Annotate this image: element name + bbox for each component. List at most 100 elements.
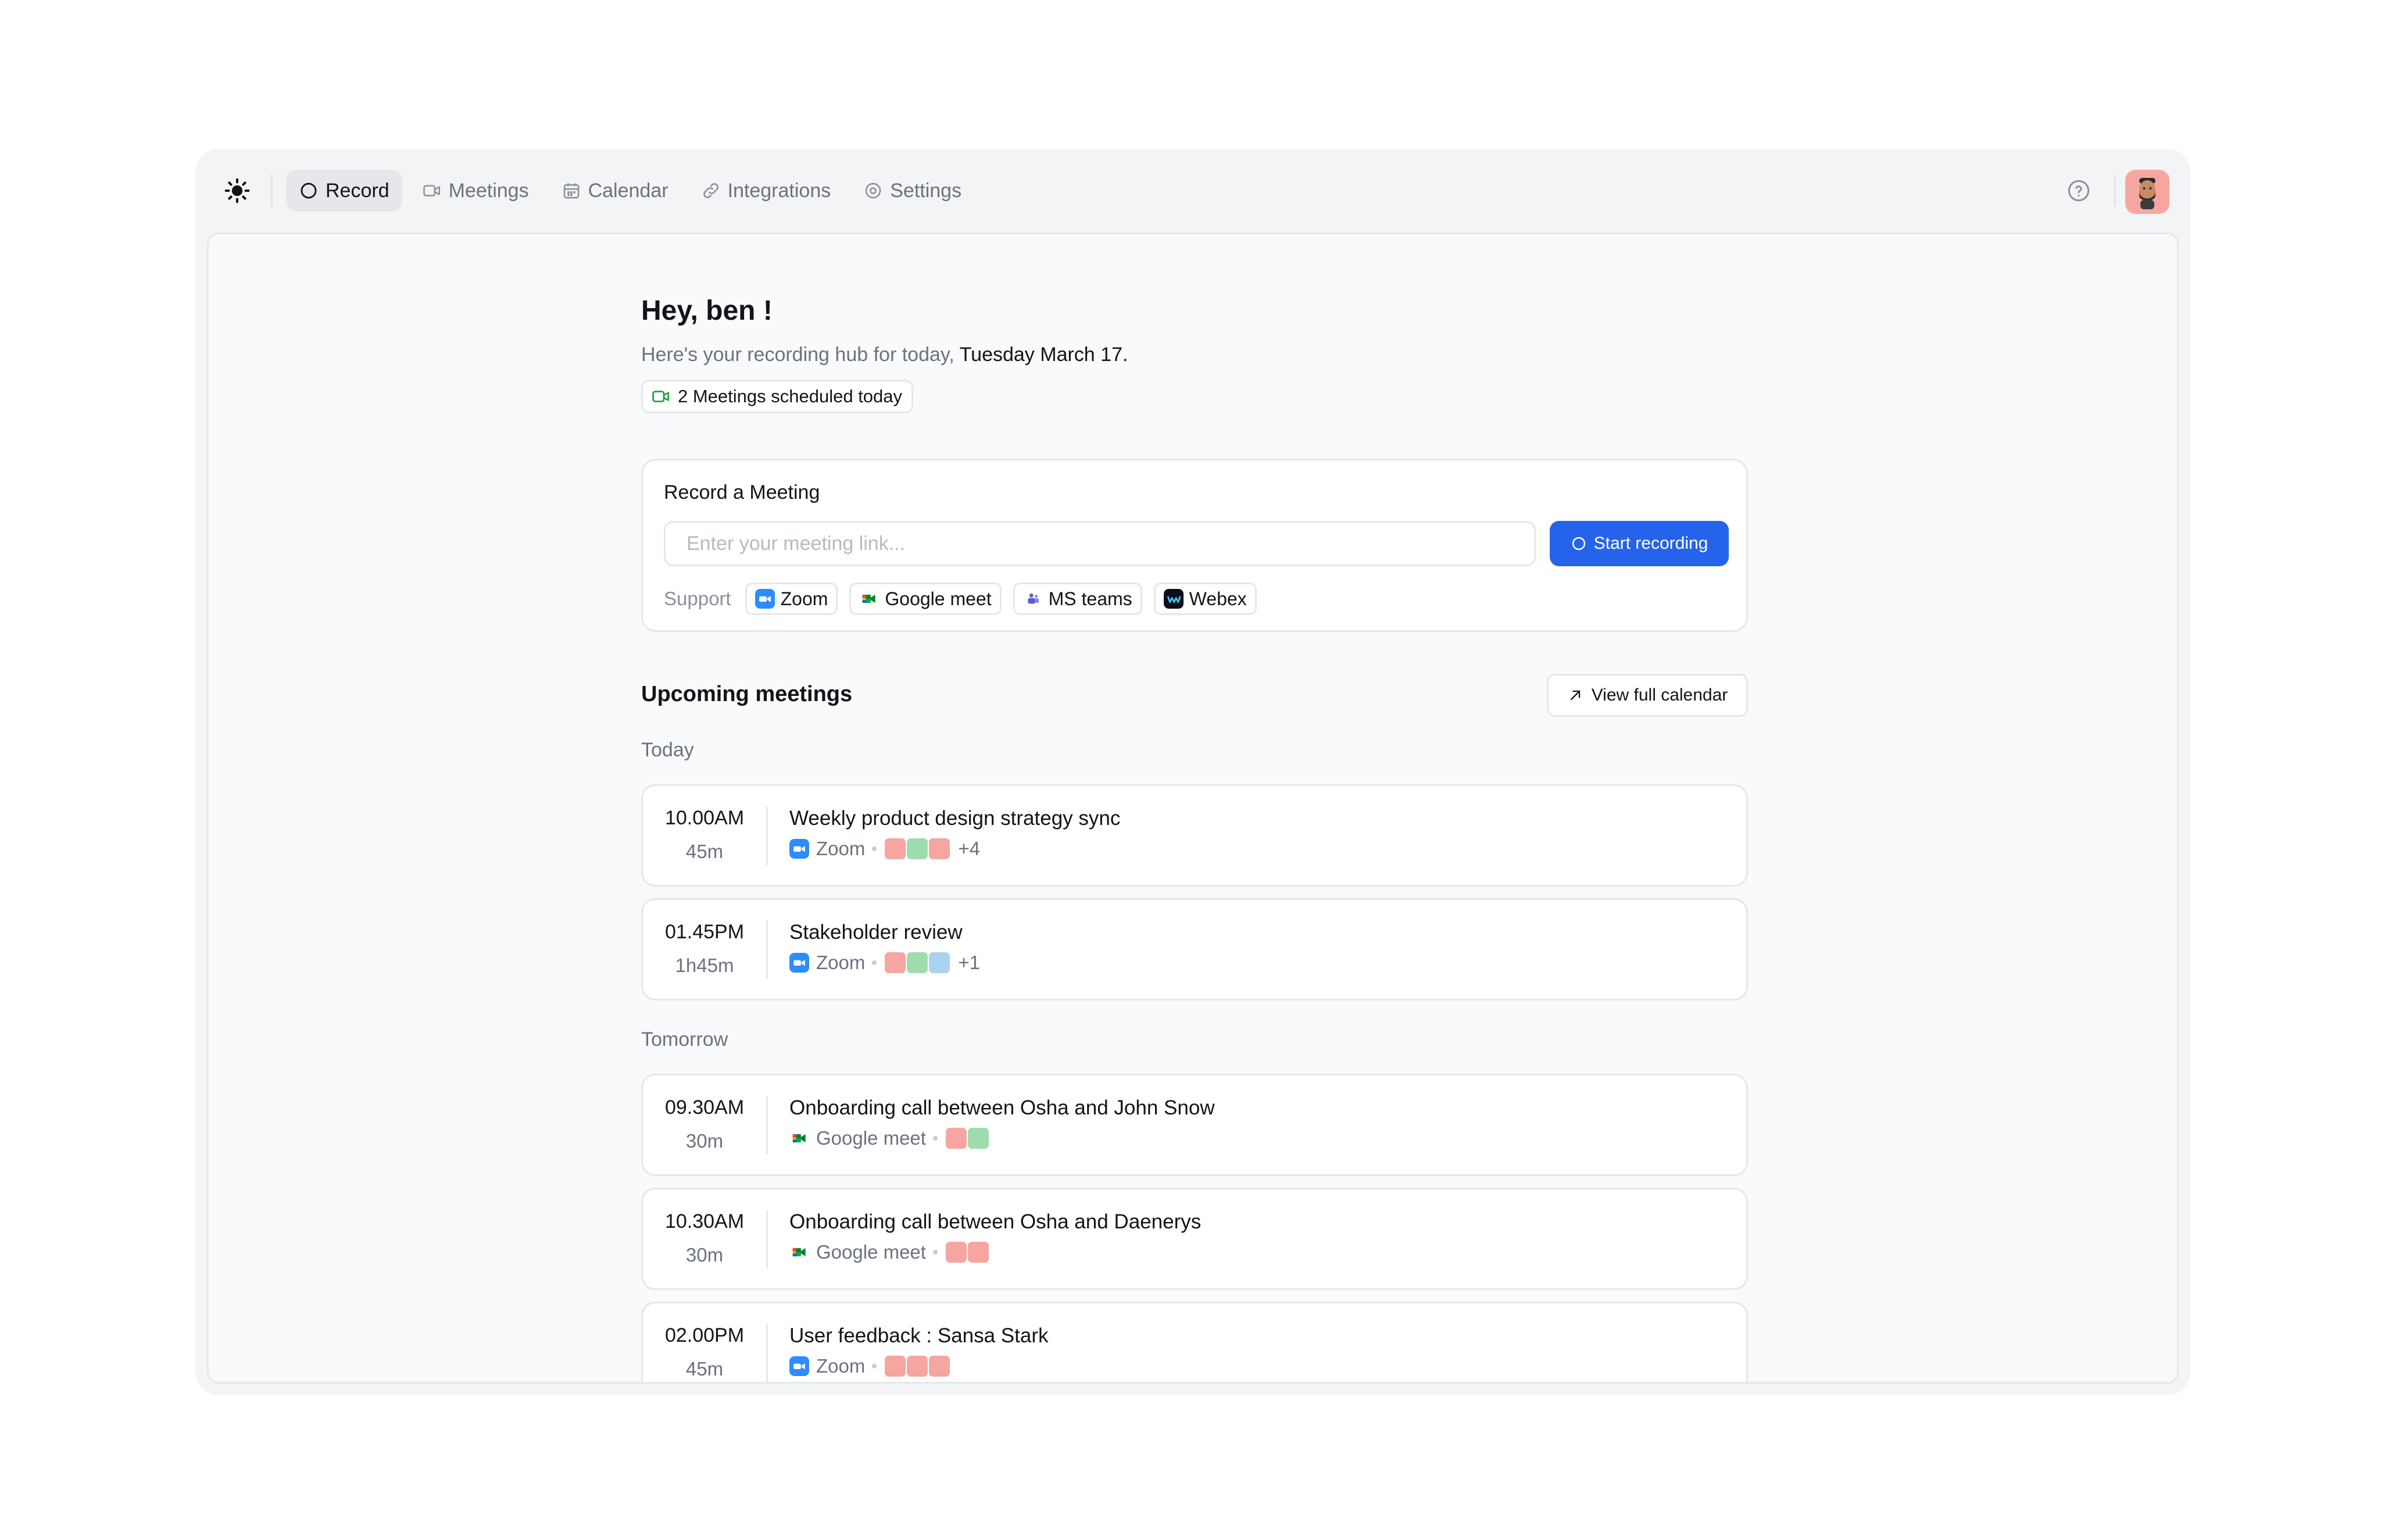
arrow-up-right-icon bbox=[1570, 690, 1580, 701]
meeting-meta: Google meet bbox=[789, 1241, 990, 1264]
meeting-platform: Google meet bbox=[816, 1127, 926, 1149]
meeting-duration: 30m bbox=[685, 1244, 724, 1266]
subtitle: Here's your recording hub for today, Tue… bbox=[641, 344, 1128, 366]
zoom-icon bbox=[755, 589, 775, 609]
meeting-time: 10.00AM bbox=[664, 807, 745, 829]
current-date: Tuesday March 17. bbox=[959, 344, 1128, 366]
ms-teams-icon bbox=[1028, 593, 1039, 604]
google-meet-icon bbox=[863, 594, 876, 603]
meeting-card[interactable]: 09.30AM 30m Onboarding call between Osha… bbox=[641, 1074, 1748, 1176]
top-navigation-bar: Record Meetings Calendar Integrations Se… bbox=[195, 149, 2190, 233]
platform-chip-ms-teams: MS teams bbox=[1013, 583, 1142, 615]
meeting-divider bbox=[766, 1324, 768, 1382]
meeting-platform: Google meet bbox=[816, 1241, 926, 1263]
meeting-time: 09.30AM bbox=[664, 1096, 745, 1119]
help-icon[interactable] bbox=[2067, 179, 2090, 202]
nav-item-label: Settings bbox=[890, 179, 962, 202]
nav-item-calendar[interactable]: Calendar bbox=[549, 170, 681, 212]
meeting-divider bbox=[766, 1096, 768, 1155]
meetings-count-badge: 2 Meetings scheduled today bbox=[641, 380, 914, 413]
platform-chip-webex: Webex bbox=[1153, 583, 1257, 615]
zoom-icon bbox=[789, 1356, 809, 1376]
platform-label: MS teams bbox=[1048, 588, 1132, 609]
more-participants: +1 bbox=[958, 952, 980, 973]
start-recording-button[interactable]: Start recording bbox=[1550, 521, 1729, 566]
sun-logo-icon[interactable] bbox=[224, 178, 250, 203]
calendar-icon bbox=[563, 183, 579, 199]
platform-chip-google-meet: Google meet bbox=[849, 583, 1002, 615]
zoom-icon bbox=[789, 953, 809, 973]
dot-separator bbox=[932, 1136, 938, 1141]
participant-avatar bbox=[967, 1242, 989, 1263]
participant-avatar bbox=[967, 1128, 989, 1149]
nav-item-label: Record bbox=[326, 179, 389, 202]
participant-avatar bbox=[885, 952, 906, 973]
meeting-title: Onboarding call between Osha and Daenery… bbox=[789, 1210, 1202, 1233]
gear-icon bbox=[865, 183, 881, 199]
dot-separator bbox=[932, 1250, 938, 1255]
meeting-card[interactable]: 02.00PM 45m User feedback : Sansa Stark … bbox=[641, 1302, 1748, 1382]
group-label-tomorrow: Tomorrow bbox=[641, 1028, 728, 1051]
meetings-count-label: 2 Meetings scheduled today bbox=[678, 386, 903, 406]
nav-item-label: Calendar bbox=[588, 179, 668, 202]
participant-avatar bbox=[907, 838, 928, 859]
nav-item-settings[interactable]: Settings bbox=[850, 170, 974, 212]
platform-chip-zoom: Zoom bbox=[745, 583, 838, 615]
participant-avatar bbox=[907, 952, 928, 973]
meeting-card[interactable]: 10.00AM 45m Weekly product design strate… bbox=[641, 784, 1748, 887]
meeting-time: 10.30AM bbox=[664, 1210, 745, 1232]
meeting-duration: 45m bbox=[685, 1358, 724, 1380]
more-participants: +4 bbox=[958, 838, 980, 859]
participant-avatars bbox=[884, 951, 951, 974]
main-panel: Hey, ben ! Here's your recording hub for… bbox=[207, 233, 2179, 1384]
meeting-card[interactable]: 01.45PM 1h45m Stakeholder review Zoom +1 bbox=[641, 898, 1748, 1001]
nav-item-record[interactable]: Record bbox=[286, 170, 402, 212]
platform-label: Webex bbox=[1189, 588, 1247, 609]
meeting-time: 01.45PM bbox=[664, 921, 745, 943]
google-meet-icon bbox=[792, 1134, 806, 1143]
nav-item-meetings[interactable]: Meetings bbox=[409, 170, 542, 212]
meeting-title: Stakeholder review bbox=[789, 921, 963, 944]
participant-avatar bbox=[929, 952, 950, 973]
meeting-platform: Zoom bbox=[816, 952, 866, 973]
participant-avatar bbox=[885, 838, 906, 859]
meeting-platform: Zoom bbox=[816, 1355, 866, 1377]
view-full-calendar-label: View full calendar bbox=[1591, 685, 1728, 705]
participant-avatar bbox=[907, 1356, 928, 1377]
meeting-link-input[interactable] bbox=[664, 521, 1536, 566]
video-icon bbox=[652, 391, 670, 402]
circle-icon bbox=[301, 183, 317, 199]
meeting-card[interactable]: 10.30AM 30m Onboarding call between Osha… bbox=[641, 1188, 1748, 1290]
platform-label: Google meet bbox=[885, 588, 992, 609]
supported-platforms: Support Zoom Google meet MS teams Webex bbox=[664, 583, 1257, 615]
platform-label: Zoom bbox=[780, 588, 828, 609]
meeting-title: User feedback : Sansa Stark bbox=[789, 1324, 1049, 1347]
meeting-meta: Google meet bbox=[789, 1127, 990, 1150]
view-full-calendar-button[interactable]: View full calendar bbox=[1547, 674, 1748, 717]
meeting-meta: Zoom +1 bbox=[789, 951, 980, 974]
nav-item-label: Integrations bbox=[727, 179, 831, 202]
meeting-platform: Zoom bbox=[816, 838, 866, 859]
section-title: Upcoming meetings bbox=[641, 682, 853, 706]
participant-avatar bbox=[929, 1356, 950, 1377]
nav-item-integrations[interactable]: Integrations bbox=[688, 170, 844, 212]
app-window: Record Meetings Calendar Integrations Se… bbox=[195, 149, 2190, 1395]
meeting-title: Onboarding call between Osha and John Sn… bbox=[789, 1096, 1215, 1119]
participant-avatars bbox=[945, 1241, 990, 1264]
webex-icon bbox=[1163, 589, 1184, 609]
page-title: Hey, ben ! bbox=[641, 295, 773, 326]
link-icon bbox=[703, 183, 718, 198]
meeting-duration: 45m bbox=[685, 841, 724, 862]
meeting-duration: 30m bbox=[685, 1130, 724, 1152]
dot-separator bbox=[872, 1364, 877, 1369]
participant-avatar bbox=[929, 838, 950, 859]
avatar-face-icon bbox=[2139, 178, 2155, 209]
meeting-divider bbox=[766, 1210, 768, 1269]
dot-separator bbox=[872, 960, 877, 965]
record-circle-icon bbox=[1572, 537, 1585, 551]
user-avatar[interactable] bbox=[2125, 170, 2169, 214]
google-meet-icon bbox=[792, 1248, 806, 1257]
record-card-title: Record a Meeting bbox=[664, 481, 820, 503]
participant-avatars bbox=[884, 837, 951, 860]
meeting-divider bbox=[766, 807, 768, 865]
